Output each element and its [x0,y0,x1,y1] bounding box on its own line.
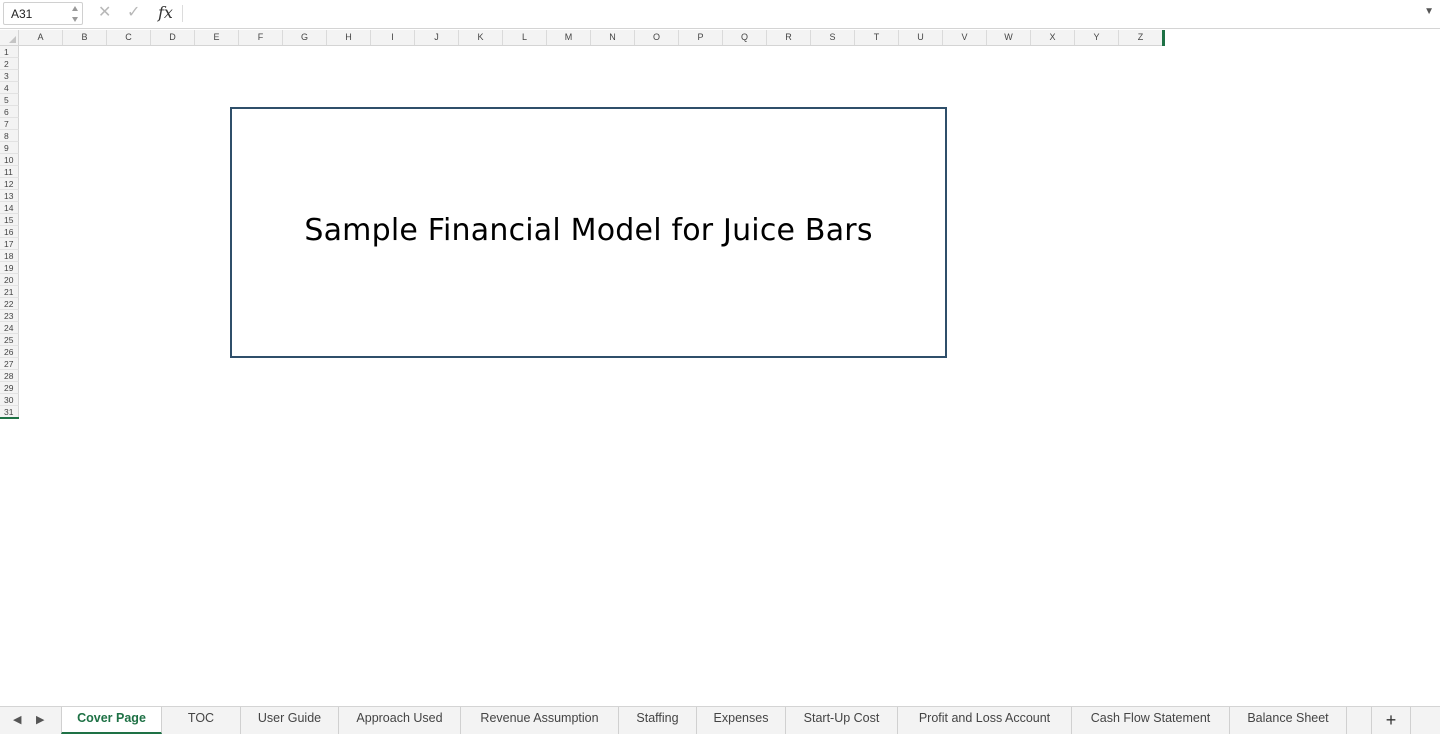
column-header-d[interactable]: D [151,30,195,45]
tab-balance-sheet[interactable]: Balance Sheet [1230,707,1347,734]
row-header-13[interactable]: 13 [0,190,19,202]
column-header-j[interactable]: J [415,30,459,45]
column-header-w[interactable]: W [987,30,1031,45]
row-header-30[interactable]: 30 [0,394,19,406]
tab-approach-used[interactable]: Approach Used [339,707,461,734]
column-header-x[interactable]: X [1031,30,1075,45]
column-header-t[interactable]: T [855,30,899,45]
spreadsheet-window: A31 ✕ ✓ fx ▼ ABCDEFGHIJKLMNOPQRSTUVWXYZ … [0,0,1440,734]
row-header-7[interactable]: 7 [0,118,19,130]
name-box-value: A31 [11,7,33,21]
column-header-k[interactable]: K [459,30,503,45]
row-header-11[interactable]: 11 [0,166,19,178]
row-header-27[interactable]: 27 [0,358,19,370]
row-header-16[interactable]: 16 [0,226,19,238]
function-icon[interactable]: fx [158,3,173,22]
scroll-tabs-right-icon[interactable]: ▶ [36,713,44,726]
column-header-z[interactable]: Z [1119,30,1163,45]
row-header-23[interactable]: 23 [0,310,19,322]
column-header-l[interactable]: L [503,30,547,45]
column-header-y[interactable]: Y [1075,30,1119,45]
tab-start-up-cost[interactable]: Start-Up Cost [786,707,898,734]
column-header-r[interactable]: R [767,30,811,45]
row-header-3[interactable]: 3 [0,70,19,82]
row-header-2[interactable]: 2 [0,58,19,70]
cover-title: Sample Financial Model for Juice Bars [304,213,873,248]
column-header-f[interactable]: F [239,30,283,45]
tab-cover-page[interactable]: Cover Page [61,707,162,734]
expand-formula-icon[interactable]: ▼ [1424,6,1434,17]
add-sheet-button[interactable]: + [1371,707,1411,734]
column-end-marker [1162,30,1165,46]
column-header-row: ABCDEFGHIJKLMNOPQRSTUVWXYZ [19,30,1163,46]
cancel-icon[interactable]: ✕ [98,4,111,22]
column-header-i[interactable]: I [371,30,415,45]
column-header-u[interactable]: U [899,30,943,45]
column-header-s[interactable]: S [811,30,855,45]
row-header-29[interactable]: 29 [0,382,19,394]
row-header-26[interactable]: 26 [0,346,19,358]
confirm-icon[interactable]: ✓ [127,4,140,22]
row-header-22[interactable]: 22 [0,298,19,310]
sheet-tab-bar: ◀ ▶ Cover Page TOC User Guide Approach Used… [0,706,1440,734]
tab-expenses[interactable]: Expenses [697,707,786,734]
row-header-18[interactable]: 18 [0,250,19,262]
formula-bar: A31 ✕ ✓ fx ▼ [0,0,1440,29]
row-header-21[interactable]: 21 [0,286,19,298]
column-header-e[interactable]: E [195,30,239,45]
column-header-m[interactable]: M [547,30,591,45]
row-header-24[interactable]: 24 [0,322,19,334]
row-header-25[interactable]: 25 [0,334,19,346]
row-header-14[interactable]: 14 [0,202,19,214]
select-all-corner[interactable] [0,30,19,46]
name-box[interactable]: A31 [3,2,83,25]
row-end-marker [0,417,19,419]
tab-profit-and-loss-account[interactable]: Profit and Loss Account [898,707,1072,734]
row-header-19[interactable]: 19 [0,262,19,274]
column-header-g[interactable]: G [283,30,327,45]
column-header-q[interactable]: Q [723,30,767,45]
column-header-c[interactable]: C [107,30,151,45]
tab-revenue-assumption[interactable]: Revenue Assumption [461,707,619,734]
column-header-p[interactable]: P [679,30,723,45]
row-header-8[interactable]: 8 [0,130,19,142]
stepper-icon[interactable] [71,4,79,24]
formula-input[interactable] [186,4,1416,22]
row-header-12[interactable]: 12 [0,178,19,190]
column-header-o[interactable]: O [635,30,679,45]
row-header-20[interactable]: 20 [0,274,19,286]
column-header-n[interactable]: N [591,30,635,45]
row-header-17[interactable]: 17 [0,238,19,250]
title-box[interactable]: Sample Financial Model for Juice Bars [230,107,947,358]
tab-user-guide[interactable]: User Guide [241,707,339,734]
row-header-15[interactable]: 15 [0,214,19,226]
column-header-a[interactable]: A [19,30,63,45]
row-header-1[interactable]: 1 [0,46,19,58]
tab-toc[interactable]: TOC [162,707,241,734]
row-header-10[interactable]: 10 [0,154,19,166]
row-header-4[interactable]: 4 [0,82,19,94]
row-header-28[interactable]: 28 [0,370,19,382]
row-header-9[interactable]: 9 [0,142,19,154]
column-header-v[interactable]: V [943,30,987,45]
tab-staffing[interactable]: Staffing [619,707,697,734]
tab-cash-flow-statement[interactable]: Cash Flow Statement [1072,707,1230,734]
sheet-grid[interactable]: ABCDEFGHIJKLMNOPQRSTUVWXYZ 1 2 3 4 5 6 7 8 9 10 11… [0,30,1440,706]
column-header-h[interactable]: H [327,30,371,45]
row-header-5[interactable]: 5 [0,94,19,106]
scroll-tabs-left-icon[interactable]: ◀ [13,713,21,726]
formula-separator [182,5,183,22]
row-header-6[interactable]: 6 [0,106,19,118]
column-header-b[interactable]: B [63,30,107,45]
